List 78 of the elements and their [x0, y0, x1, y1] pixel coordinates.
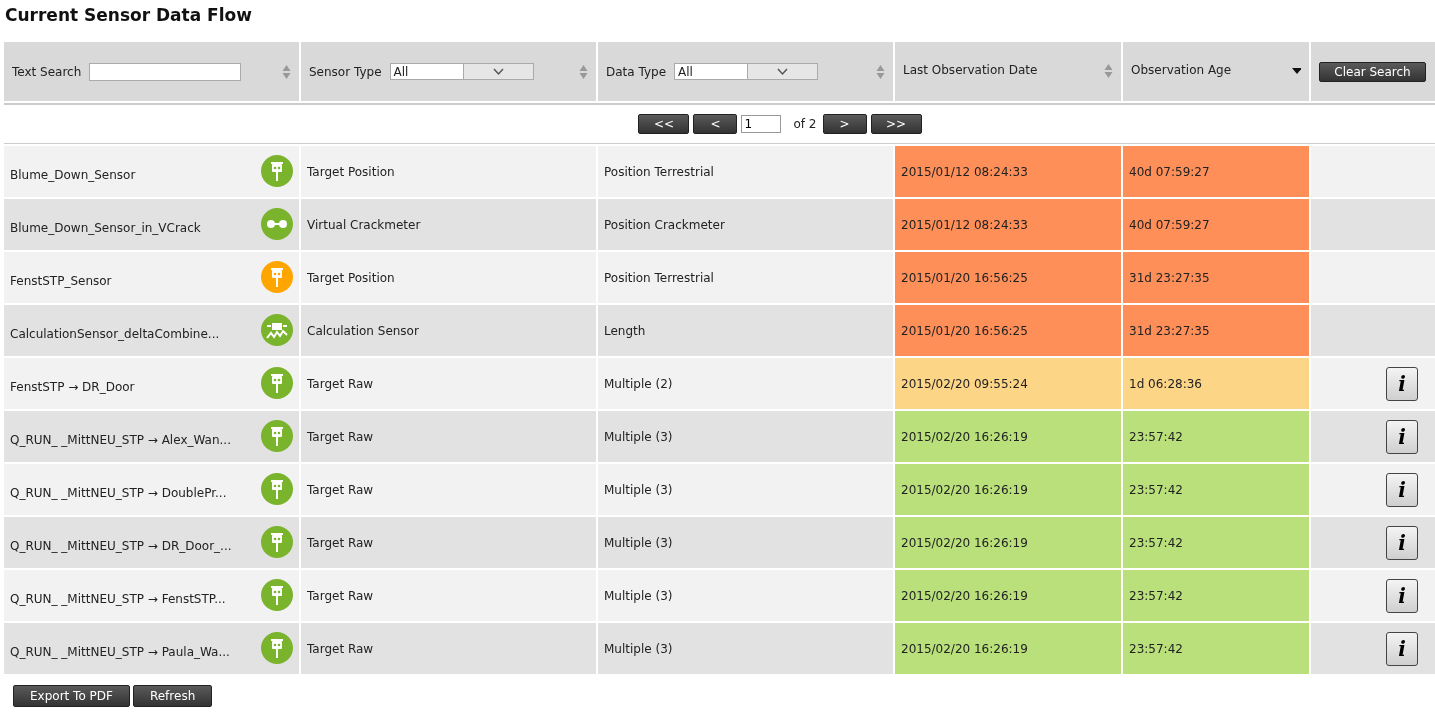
sensor-type-cell: Target Raw: [301, 411, 596, 462]
sort-icon[interactable]: [1104, 63, 1113, 79]
date-cell: 2015/01/20 16:56:25: [895, 252, 1121, 303]
sensor-name: FenstSTP_Sensor: [10, 273, 112, 288]
data-type-cell: Multiple (3): [598, 517, 893, 568]
sensor-name: Blume_Down_Sensor: [10, 167, 136, 182]
clear-search-button[interactable]: Clear Search: [1319, 61, 1426, 82]
sensor-type-dropdown[interactable]: All: [389, 63, 534, 80]
date-cell: 2015/02/20 16:26:19: [895, 517, 1121, 568]
sensor-name: Q_RUN_ _MittNEU_STP → FenstSTP...: [10, 591, 226, 606]
sensor-type-cell: Calculation Sensor: [301, 305, 596, 356]
page-title: Current Sensor Data Flow: [5, 4, 253, 26]
date-cell: 2015/02/20 09:55:24: [895, 358, 1121, 409]
sensor-type-cell: Virtual Crackmeter: [301, 199, 596, 250]
data-type-cell: Position Terrestrial: [598, 252, 893, 303]
filter-label: Data Type: [606, 64, 667, 79]
sensor-name: CalculationSensor_deltaCombine...: [10, 326, 220, 341]
next-page-button[interactable]: >: [822, 114, 867, 134]
data-type-cell: Position Crackmeter: [598, 199, 893, 250]
column-header: Observation Age: [1131, 63, 1232, 77]
data-type-cell: Multiple (3): [598, 464, 893, 515]
sensor-type-cell: Target Raw: [301, 517, 596, 568]
refresh-button[interactable]: Refresh: [132, 685, 213, 707]
sensor-name: Q_RUN_ _MittNEU_STP → Paula_Wa...: [10, 644, 230, 659]
age-cell: 40d 07:59:27: [1123, 146, 1309, 197]
data-type-cell: Multiple (2): [598, 358, 893, 409]
date-cell: 2015/01/12 08:24:33: [895, 199, 1121, 250]
age-cell: 23:57:42: [1123, 411, 1309, 462]
info-button[interactable]: i: [1386, 525, 1418, 560]
date-cell: 2015/02/20 16:26:19: [895, 411, 1121, 462]
sensor-type-cell: Target Raw: [301, 570, 596, 621]
data-type-cell: Length: [598, 305, 893, 356]
date-cell: 2015/02/20 16:26:19: [895, 570, 1121, 621]
data-type-cell: Multiple (3): [598, 411, 893, 462]
data-type-cell: Multiple (3): [598, 570, 893, 621]
date-cell: 2015/02/20 16:26:19: [895, 623, 1121, 674]
sensor-type-cell: Target Raw: [301, 358, 596, 409]
data-type-dropdown[interactable]: All: [674, 63, 819, 80]
info-button[interactable]: i: [1386, 472, 1418, 507]
page-count: of 2: [793, 117, 817, 131]
page-number-field[interactable]: 1: [741, 115, 782, 133]
info-button[interactable]: i: [1386, 419, 1418, 454]
data-type-cell: Multiple (3): [598, 623, 893, 674]
date-cell: 2015/01/20 16:56:25: [895, 305, 1121, 356]
age-cell: 23:57:42: [1123, 570, 1309, 621]
sort-icon[interactable]: [579, 63, 588, 80]
sensor-type-cell: Target Raw: [301, 464, 596, 515]
sensor-name: FenstSTP → DR_Door: [10, 379, 135, 394]
data-type-cell: Position Terrestrial: [598, 146, 893, 197]
column-header: Last Observation Date: [903, 63, 1038, 77]
sensor-name: Q_RUN_ _MittNEU_STP → DR_Door_...: [10, 538, 232, 553]
sort-icon[interactable]: [876, 63, 885, 80]
age-cell: 40d 07:59:27: [1123, 199, 1309, 250]
filter-label: Text Search: [12, 64, 82, 79]
age-cell: 23:57:42: [1123, 464, 1309, 515]
previous-page-button[interactable]: <: [693, 114, 738, 134]
age-cell: 23:57:42: [1123, 623, 1309, 674]
age-cell: 31d 23:27:35: [1123, 252, 1309, 303]
date-cell: 2015/02/20 16:26:19: [895, 464, 1121, 515]
sort-icon[interactable]: [282, 63, 291, 80]
info-button[interactable]: i: [1386, 366, 1418, 401]
sensor-name: Blume_Down_Sensor_in_VCrack: [10, 220, 201, 235]
sensor-name: Q_RUN_ _MittNEU_STP → Alex_Wan...: [10, 432, 231, 447]
info-button[interactable]: i: [1386, 631, 1418, 666]
sensor-type-cell: Target Position: [301, 252, 596, 303]
date-cell: 2015/01/12 08:24:33: [895, 146, 1121, 197]
sensor-type-cell: Target Raw: [301, 623, 596, 674]
age-cell: 1d 06:28:36: [1123, 358, 1309, 409]
age-cell: 31d 23:27:35: [1123, 305, 1309, 356]
filter-label: Sensor Type: [309, 64, 382, 79]
sensor-name: Q_RUN_ _MittNEU_STP → DoublePr...: [10, 485, 227, 500]
sensor-type-cell: Target Position: [301, 146, 596, 197]
info-button[interactable]: i: [1386, 578, 1418, 613]
text-search-field[interactable]: [89, 62, 242, 81]
age-cell: 23:57:42: [1123, 517, 1309, 568]
first-page-button[interactable]: <<: [638, 114, 690, 134]
last-page-button[interactable]: >>: [870, 114, 922, 134]
export-pdf-button[interactable]: Export To PDF: [13, 685, 130, 707]
